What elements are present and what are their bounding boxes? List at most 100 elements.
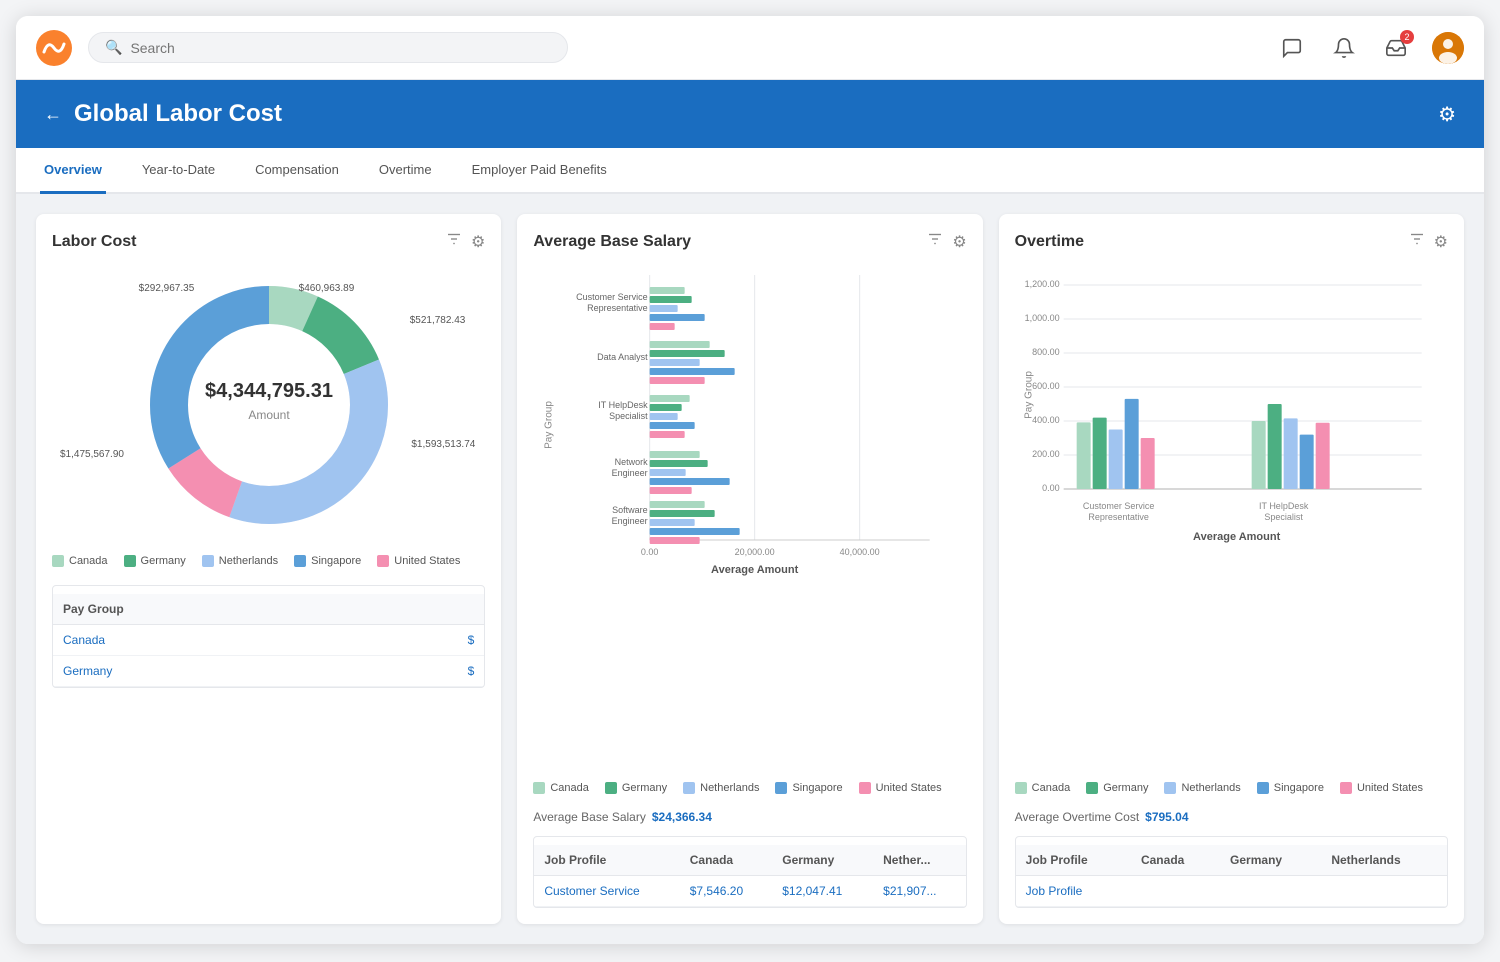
svg-text:Engineer: Engineer	[612, 468, 648, 478]
table-row: Job Profile	[1016, 876, 1447, 907]
label-us: $1,475,567.90	[60, 449, 124, 460]
svg-text:Representative: Representative	[587, 303, 648, 313]
avatar[interactable]	[1432, 32, 1464, 64]
tab-employer-paid-benefits[interactable]: Employer Paid Benefits	[468, 148, 611, 194]
svg-text:40,000.00: 40,000.00	[840, 547, 880, 557]
svg-text:Software: Software	[612, 505, 648, 515]
row-job-profile-ot[interactable]: Job Profile	[1016, 876, 1131, 907]
col-germany: Germany	[772, 845, 873, 876]
svg-text:Pay Group: Pay Group	[544, 401, 555, 449]
avg-salary-stat-value: $24,366.34	[652, 810, 712, 824]
svg-text:800.00: 800.00	[1032, 347, 1060, 357]
settings-icon[interactable]: ⚙	[1438, 102, 1456, 127]
svg-text:IT HelpDesk: IT HelpDesk	[599, 400, 649, 410]
label-canada: $292,967.35	[139, 283, 195, 294]
salary-legend: Canada Germany Netherlands Singapore Uni…	[533, 782, 966, 794]
labor-cost-icons: ⚙	[445, 230, 485, 253]
svg-text:1,000.00: 1,000.00	[1024, 313, 1059, 323]
salary-chart-area: Pay Group 0.00 20,000.00 40,000.00 Avera…	[533, 265, 966, 772]
row-customer-service[interactable]: Customer Service	[534, 876, 679, 907]
legend-netherlands: Netherlands	[202, 555, 278, 567]
svg-text:Engineer: Engineer	[612, 516, 648, 526]
filter-icon-salary[interactable]	[926, 230, 944, 253]
search-bar[interactable]: 🔍	[88, 32, 568, 63]
svg-text:Representative: Representative	[1088, 512, 1149, 522]
avg-salary-stat-label: Average Base Salary	[533, 810, 646, 824]
donut-chart: $4,344,795.31 Amount $460,963.89 $292,96…	[52, 265, 485, 545]
page-header: ← Global Labor Cost ⚙	[16, 80, 1484, 148]
row-canada-amount: $	[377, 625, 484, 656]
filter-icon-overtime[interactable]	[1408, 230, 1426, 253]
row-canada-ot-val	[1131, 876, 1220, 907]
tab-ytd[interactable]: Year-to-Date	[138, 148, 219, 194]
svg-text:0.00: 0.00	[641, 547, 659, 557]
svg-text:Customer Service: Customer Service	[576, 292, 648, 302]
gear-icon-overtime[interactable]: ⚙	[1434, 232, 1448, 252]
row-canada[interactable]: Canada	[53, 625, 377, 656]
svg-text:Specialist: Specialist	[609, 411, 648, 421]
search-input[interactable]	[130, 40, 551, 56]
overtime-table: Job Profile Canada Germany Netherlands J…	[1016, 845, 1447, 907]
overtime-stat-value: $795.04	[1145, 810, 1188, 824]
svg-text:Data Analyst: Data Analyst	[597, 352, 648, 362]
labor-cost-card: Labor Cost ⚙	[36, 214, 501, 924]
overtime-stat: Average Overtime Cost $795.04	[1015, 810, 1448, 824]
avg-salary-stat: Average Base Salary $24,366.34	[533, 810, 966, 824]
svg-text:600.00: 600.00	[1032, 381, 1060, 391]
labor-cost-legend: Canada Germany Netherlands Singapore Uni…	[52, 555, 485, 567]
main-content: Labor Cost ⚙	[16, 194, 1484, 944]
salary-table-wrap: Job Profile Canada Germany Nether... Cus…	[533, 836, 966, 908]
inbox-icon-button[interactable]: 2	[1380, 32, 1412, 64]
svg-text:Average Amount: Average Amount	[1193, 531, 1281, 543]
overtime-icons: ⚙	[1408, 230, 1448, 253]
legend-germany: Germany	[124, 555, 186, 567]
svg-text:Specialist: Specialist	[1264, 512, 1303, 522]
tab-overtime[interactable]: Overtime	[375, 148, 436, 194]
row-germany[interactable]: Germany	[53, 656, 377, 687]
avg-base-salary-card: Average Base Salary ⚙ Pay Group	[517, 214, 982, 924]
gear-icon-salary[interactable]: ⚙	[952, 232, 966, 252]
labor-cost-header: Labor Cost ⚙	[52, 230, 485, 253]
svg-text:Pay Group: Pay Group	[1023, 371, 1034, 419]
labor-cost-table-wrap: Pay Group Canada $ Germany $	[52, 585, 485, 688]
label-netherlands: $1,593,513.74	[411, 439, 475, 450]
col-netherlands-ot: Netherlands	[1321, 845, 1447, 876]
labor-cost-title: Labor Cost	[52, 233, 136, 251]
inbox-badge: 2	[1400, 30, 1414, 44]
workday-logo	[36, 30, 72, 66]
col-pay-group: Pay Group	[53, 594, 377, 625]
svg-text:Customer Service: Customer Service	[1083, 501, 1155, 511]
avg-salary-header: Average Base Salary ⚙	[533, 230, 966, 253]
back-button[interactable]: ←	[44, 104, 62, 125]
col-amount	[377, 594, 484, 625]
tabs-bar: Overview Year-to-Date Compensation Overt…	[16, 148, 1484, 194]
page-title: Global Labor Cost	[74, 100, 282, 128]
row-germany-ot-val	[1220, 876, 1321, 907]
row-cs-nether: $21,907...	[873, 876, 966, 907]
tab-compensation[interactable]: Compensation	[251, 148, 343, 194]
overtime-card: Overtime ⚙ 1,200.00 1,000.00 800.00 600.…	[999, 214, 1464, 924]
gear-icon[interactable]: ⚙	[471, 232, 485, 252]
svg-text:Average Amount: Average Amount	[711, 564, 799, 576]
bell-icon-button[interactable]	[1328, 32, 1360, 64]
row-netherlands-ot-val	[1321, 876, 1447, 907]
svg-text:1,200.00: 1,200.00	[1024, 279, 1059, 289]
label-singapore: $460,963.89	[299, 283, 355, 294]
svg-text:200.00: 200.00	[1032, 449, 1060, 459]
row-cs-canada: $7,546.20	[680, 876, 773, 907]
top-nav: 🔍 2	[16, 16, 1484, 80]
filter-icon[interactable]	[445, 230, 463, 253]
chat-icon-button[interactable]	[1276, 32, 1308, 64]
table-row: Germany $	[53, 656, 484, 687]
avg-salary-icons: ⚙	[926, 230, 966, 253]
nav-icons: 2	[1276, 32, 1464, 64]
table-row: Canada $	[53, 625, 484, 656]
legend-canada: Canada	[52, 555, 108, 567]
overtime-title: Overtime	[1015, 233, 1084, 251]
tab-overview[interactable]: Overview	[40, 148, 106, 194]
avg-salary-title: Average Base Salary	[533, 233, 691, 251]
svg-text:$4,344,795.31: $4,344,795.31	[205, 380, 333, 402]
table-row: Customer Service $7,546.20 $12,047.41 $2…	[534, 876, 965, 907]
salary-table: Job Profile Canada Germany Nether... Cus…	[534, 845, 965, 907]
svg-text:Amount: Amount	[248, 408, 290, 422]
